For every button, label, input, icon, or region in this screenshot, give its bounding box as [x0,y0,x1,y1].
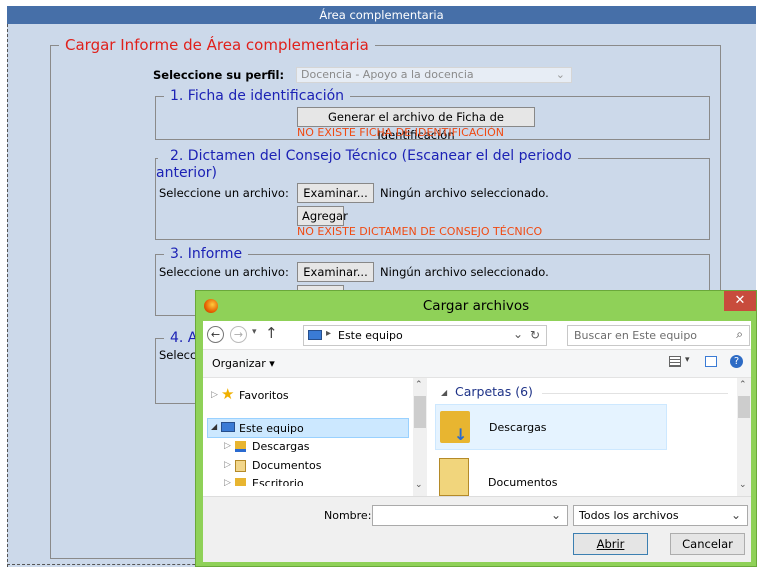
group-header: Carpetas (6) [455,384,533,399]
expand-documents-icon[interactable]: ▷ [224,460,231,470]
filetype-value: Todos los archivos [579,509,679,522]
back-icon[interactable]: ← [207,326,224,343]
section-ficha-legend: 1. Ficha de identificación [170,88,345,104]
filename-dropdown-icon[interactable]: ⌄ [551,508,561,522]
downloads-folder-icon [235,441,246,452]
dictamen-no-file: Ningún archivo seleccionado. [380,186,549,200]
dialog-toolbar: Organizar ▾ ▾ ? [203,349,751,378]
chevron-down-icon: ⌄ [555,68,565,81]
dictamen-error: NO EXISTE DICTAMEN DE CONSEJO TÉCNICO [297,225,543,238]
tree-desktop-partial[interactable]: Escritorio [252,477,304,486]
files-scroll-up-icon[interactable]: ⌃ [739,380,747,390]
refresh-icon[interactable]: ↻ [530,328,540,342]
expand-favorites-icon[interactable]: ▷ [211,390,218,400]
dialog-footer: Nombre: ⌄ Todos los archivos ⌄ Abrir Can… [203,496,751,562]
forward-icon[interactable]: → [230,326,247,343]
tree-documents[interactable]: Documentos [252,459,321,472]
window-title-bar: Área complementaria [7,6,756,24]
address-text: Este equipo [338,329,403,342]
close-button[interactable]: ✕ [724,291,756,311]
folder-name-documents[interactable]: Documentos [488,476,557,496]
cancel-button[interactable]: Cancelar [670,533,745,555]
section-dictamen-legend: 2. Dictamen del Consejo Técnico (Escanea… [158,148,578,165]
nav-bar: ← → ▾ ↑ ▸ Este equipo ⌄ ↻ Buscar en Este… [203,321,751,349]
tree-this-pc-selected[interactable] [207,418,409,438]
expand-desktop-icon[interactable]: ▷ [224,478,231,486]
section-4-file-label: Selecci [159,348,200,362]
section-informe-legend: 3. Informe [170,246,243,262]
dialog-title: Cargar archivos [422,298,530,314]
files-scrollbar[interactable]: ⌃ ⌄ [737,378,751,496]
informe-file-label: Seleccione un archivo: [159,265,289,279]
recent-dropdown-icon[interactable]: ▾ [252,327,257,337]
generate-ficha-button[interactable]: Generar el archivo de Ficha de Identific… [297,107,535,142]
filetype-select[interactable]: Todos los archivos ⌄ [573,505,748,526]
filename-input[interactable]: ⌄ [372,505,568,526]
address-dropdown-icon[interactable]: ⌄ [513,327,523,341]
view-options-icon[interactable] [669,356,681,367]
dictamen-legend-line1: 2. Dictamen del Consejo Técnico (Escanea… [170,148,572,164]
collapse-this-pc-icon[interactable]: ◢ [211,422,217,431]
profile-label: Seleccione su perfil: [153,68,285,82]
help-icon[interactable]: ? [730,355,743,368]
form-legend: Cargar Informe de Área complementaria [65,36,369,54]
profile-select[interactable]: Docencia - Apoyo a la docencia ⌄ [296,67,572,83]
preview-pane-icon[interactable] [705,356,717,367]
desktop-folder-icon [235,478,246,486]
ficha-error: NO EXISTE FICHA DE IDENTIFICACIÓN [297,126,504,139]
file-dialog: Cargar archivos ✕ ← → ▾ ↑ ▸ Este equipo … [195,290,757,567]
organize-button[interactable]: Organizar ▾ [212,357,275,370]
tree-favorites[interactable]: Favoritos [239,389,289,402]
window-title: Área complementaria [319,8,444,22]
dictamen-browse-button[interactable]: Examinar... [297,183,374,203]
group-divider [542,393,728,394]
dialog-body: ← → ▾ ↑ ▸ Este equipo ⌄ ↻ Buscar en Este… [203,321,751,562]
profile-select-value: Docencia - Apoyo a la docencia [301,68,474,81]
documents-folder-icon [235,460,246,472]
files-scroll-down-icon[interactable]: ⌄ [739,480,747,490]
informe-browse-button[interactable]: Examinar... [297,262,374,282]
folder-item-downloads[interactable]: ↓ Descargas [435,404,667,450]
informe-no-file: Ningún archivo seleccionado. [380,265,549,279]
computer-icon [221,422,235,432]
address-bar[interactable]: ▸ Este equipo ⌄ ↻ [303,325,547,346]
tree-this-pc: Este equipo [239,422,304,435]
group-collapse-icon[interactable]: ◢ [441,388,447,397]
dictamen-legend-line2: anterior) [156,165,221,182]
files-area: ◢ Carpetas (6) ↓ Descargas Documentos ⌃ … [435,378,751,496]
up-icon[interactable]: ↑ [265,324,278,342]
scroll-down-icon[interactable]: ⌄ [415,480,423,490]
search-icon: ⌕ [736,327,743,341]
dictamen-file-label: Seleccione un archivo: [159,186,289,200]
documents-folder-icon [439,458,469,496]
open-button[interactable]: Abrir [573,533,648,555]
search-input[interactable]: Buscar en Este equipo ⌕ [567,325,750,346]
tree-downloads[interactable]: Descargas [252,440,310,453]
filetype-dropdown-icon[interactable]: ⌄ [731,508,741,522]
view-dropdown-icon[interactable]: ▾ [685,355,690,365]
filename-label: Nombre: [324,509,372,522]
star-icon: ★ [221,385,235,403]
navigation-tree: ▷ ★ Favoritos ◢ Este equipo ▷ Descargas … [203,378,427,496]
scroll-up-icon[interactable]: ⌃ [415,380,423,390]
tree-scroll-thumb[interactable] [414,396,426,428]
files-scroll-thumb[interactable] [738,396,750,418]
expand-downloads-icon[interactable]: ▷ [224,441,231,451]
folder-name-downloads: Descargas [489,421,547,434]
search-placeholder: Buscar en Este equipo [574,329,698,342]
download-arrow-icon: ↓ [454,425,468,444]
dictamen-add-button[interactable]: Agregar [297,206,348,226]
tree-scrollbar[interactable]: ⌃ ⌄ [413,378,427,496]
computer-icon [308,330,322,340]
breadcrumb-chevron-icon: ▸ [326,328,332,339]
